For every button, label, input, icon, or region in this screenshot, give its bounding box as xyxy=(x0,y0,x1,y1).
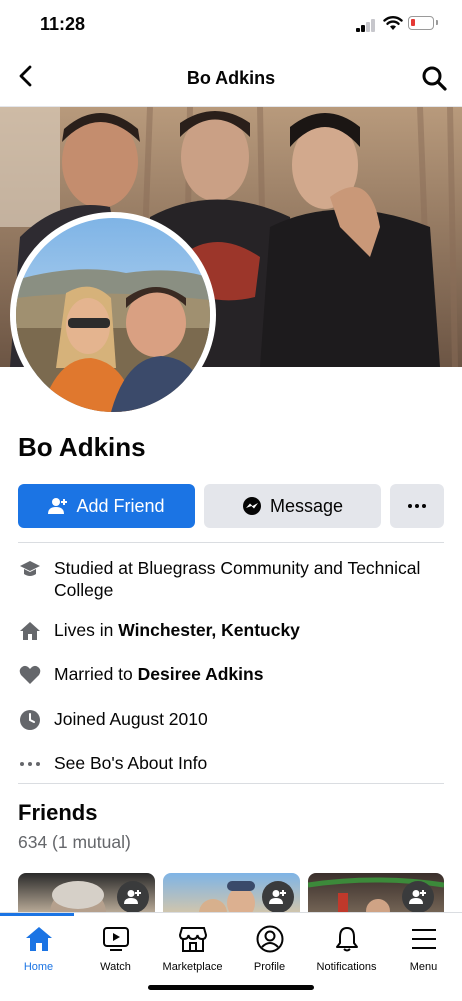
more-options-button[interactable] xyxy=(390,484,444,528)
about-residence: Lives in Winchester, Kentucky xyxy=(18,619,444,643)
home-icon xyxy=(0,923,77,955)
marketplace-icon xyxy=(154,923,231,955)
heart-icon xyxy=(18,663,42,687)
home-icon xyxy=(18,619,42,643)
tab-notifications[interactable]: Notifications xyxy=(308,923,385,973)
status-time: 11:28 xyxy=(40,14,86,34)
search-icon[interactable] xyxy=(420,64,448,92)
residence-text: Lives in Winchester, Kentucky xyxy=(54,620,300,640)
tab-menu[interactable]: Menu xyxy=(385,923,462,973)
education-text: Studied at Bluegrass Community and Techn… xyxy=(54,558,421,600)
tab-label: Profile xyxy=(253,961,286,973)
about-education: Studied at Bluegrass Community and Techn… xyxy=(18,557,444,601)
profile-icon xyxy=(231,923,308,955)
tab-label: Notifications xyxy=(316,961,377,973)
status-bar: 11:28 xyxy=(0,0,462,48)
message-label: Message xyxy=(269,495,344,516)
clock-icon xyxy=(18,708,42,732)
about-joined: Joined August 2010 xyxy=(18,708,444,732)
friend-thumbnail[interactable] xyxy=(163,873,300,917)
page-title: Bo Adkins xyxy=(186,68,276,88)
tab-marketplace[interactable]: Marketplace xyxy=(154,923,231,973)
bell-icon xyxy=(308,923,385,955)
about-relationship: Married to Desiree Adkins xyxy=(18,663,444,687)
joined-text: Joined August 2010 xyxy=(54,709,208,729)
profile-name: Bo Adkins xyxy=(18,432,146,462)
tab-watch[interactable]: Watch xyxy=(77,923,154,973)
active-tab-indicator xyxy=(0,913,74,916)
menu-icon xyxy=(385,923,462,955)
tab-label: Watch xyxy=(100,961,131,973)
more-dots-icon xyxy=(18,752,42,776)
watch-icon xyxy=(77,923,154,955)
add-friend-icon[interactable] xyxy=(262,881,294,913)
friend-thumbnail[interactable] xyxy=(18,873,155,917)
tab-home[interactable]: Home xyxy=(0,923,77,973)
friend-thumbnail[interactable] xyxy=(308,873,444,917)
signal-icon xyxy=(356,18,376,32)
divider xyxy=(18,542,444,543)
relationship-text: Married to Desiree Adkins xyxy=(54,664,264,684)
wifi-icon xyxy=(383,16,403,30)
see-about-info-link[interactable]: See Bo's About Info xyxy=(18,752,444,776)
divider xyxy=(18,783,444,784)
messenger-icon xyxy=(242,496,262,516)
home-indicator xyxy=(148,985,314,990)
tab-label: Menu xyxy=(409,961,438,973)
add-friend-button[interactable]: Add Friend xyxy=(18,484,195,528)
graduation-cap-icon xyxy=(18,557,42,581)
more-dots-icon xyxy=(408,504,426,508)
see-about-text: See Bo's About Info xyxy=(54,753,208,773)
tab-label: Home xyxy=(23,961,54,973)
friends-heading: Friends xyxy=(18,800,98,825)
add-friend-icon[interactable] xyxy=(117,881,149,913)
friends-count: 634 (1 mutual) xyxy=(18,832,131,852)
add-person-icon xyxy=(48,497,68,515)
profile-picture xyxy=(16,218,210,412)
battery-icon xyxy=(408,16,438,30)
top-nav-bar: Bo Adkins xyxy=(0,48,462,107)
add-friend-label: Add Friend xyxy=(76,495,165,516)
tab-profile[interactable]: Profile xyxy=(231,923,308,973)
add-friend-icon[interactable] xyxy=(402,881,434,913)
profile-picture-frame[interactable] xyxy=(10,212,216,418)
message-button[interactable]: Message xyxy=(204,484,381,528)
tab-label: Marketplace xyxy=(162,961,223,973)
